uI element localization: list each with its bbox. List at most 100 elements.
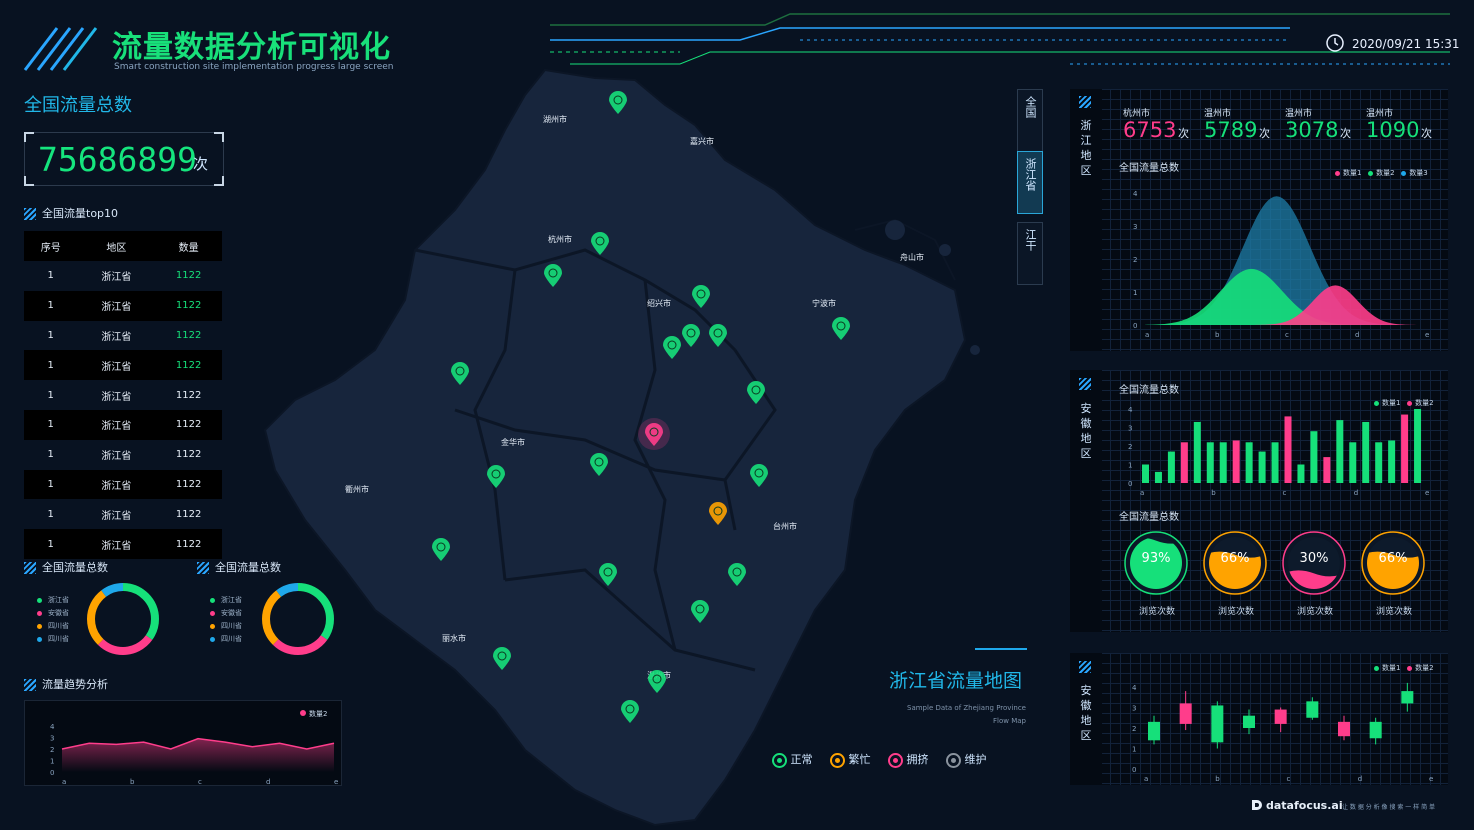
stat-value: 3078 [1285,118,1339,142]
candle [1179,691,1192,731]
gauge-value: 93% [1142,551,1171,566]
bar [1193,421,1201,483]
x-tick-label: d [1354,489,1358,495]
gauge-value: 66% [1221,551,1250,566]
candle [1369,717,1382,745]
bar [1167,451,1175,483]
y-tick-label: 0 [1128,480,1132,488]
map-pin-icon [663,336,681,359]
map-pin-icon [648,670,666,693]
footer-brand: datafocus.ai [1266,799,1343,812]
y-tick-label: 4 [1132,684,1137,692]
stat-value: 5789 [1204,118,1258,142]
map-pin-icon [692,285,710,308]
chart-legend: 数量1 数量2 数量3 [1335,168,1428,178]
candle-chart: 0 1 2 3 4 a b c d e [1132,682,1433,781]
chart-title: 全国流量总数 [1119,385,1179,396]
crowded-dot-icon [888,752,903,768]
x-tick-label: d [1358,775,1362,781]
y-tick-label: 0 [1132,766,1136,774]
tab-jianggan[interactable]: 江干 [1017,222,1043,285]
hatch-icon [1079,96,1091,108]
map-pin-icon [750,464,768,487]
side-label: 安徽地区 [1080,684,1092,742]
candle [1338,715,1350,741]
bar [1297,464,1305,483]
map-pin-icon [544,264,562,287]
map-legend: 正常 繁忙 拥挤 维护 [772,751,987,768]
side-label: 浙江地区 [1080,119,1092,177]
tab-zhejiang[interactable]: 浙江省 [1017,151,1043,214]
bar [1232,440,1240,483]
legend-normal[interactable]: 正常 [772,751,813,768]
area-chart: 0 1 2 3 4 a b c d e [1133,190,1429,337]
y-tick-label: 1 [1132,746,1136,754]
x-tick-label: a [1140,489,1144,495]
y-tick-label: 3 [1128,425,1132,433]
stat-unit: 次 [1259,127,1270,140]
candle [1401,682,1414,712]
bar [1401,414,1409,483]
map-pin-icon [609,91,627,114]
bar [1245,442,1253,483]
legend-busy[interactable]: 繁忙 [830,751,871,768]
y-tick-label: 0 [1133,322,1137,330]
x-tick-label: e [1425,489,1429,495]
bar [1219,442,1227,483]
y-tick-label: 2 [1133,256,1137,264]
stat-unit: 次 [1340,127,1351,140]
bar [1310,431,1318,483]
gauge-value: 66% [1379,551,1408,566]
map-pin-icon [709,502,727,525]
map-pin-icon [621,700,639,723]
tab-national[interactable]: 全国 [1017,89,1043,152]
legend-crowded[interactable]: 拥挤 [888,751,929,768]
map-pin-icon [599,563,617,586]
map-pin-icon [747,381,765,404]
normal-dot-icon [772,752,787,768]
stat-unit: 次 [1421,127,1432,140]
bar [1323,457,1331,483]
candle [1306,697,1319,720]
bar-chart: 0 1 2 3 4 a b c d e [1128,406,1429,495]
x-tick-label: a [1144,775,1148,781]
bar [1206,442,1214,483]
x-tick-label: c [1287,775,1291,781]
map-pin-icon [691,600,709,623]
y-tick-label: 3 [1132,705,1136,713]
x-tick-label: d [1355,331,1359,337]
x-tick-label: e [1425,331,1429,337]
gauge-caption: 浏览次数 [1138,607,1175,617]
hatch-icon [1079,378,1091,390]
busy-dot-icon [830,752,845,768]
x-tick-label: b [1215,775,1220,781]
maintenance-dot-icon [946,752,961,768]
y-tick-label: 4 [1128,406,1133,414]
y-tick-label: 1 [1128,462,1132,470]
gauge-caption: 浏览次数 [1375,607,1412,617]
x-tick-label: a [1145,331,1149,337]
bar [1349,442,1357,483]
map-subtitle: Sample Data of Zhejiang Province [907,704,1026,712]
x-tick-label: b [1215,331,1220,337]
candle [1243,709,1255,735]
bar [1142,464,1149,483]
bar [1414,409,1422,483]
y-tick-label: 3 [1133,223,1137,231]
legend-maintenance[interactable]: 维护 [946,751,987,768]
x-tick-label: e [1429,775,1433,781]
bar [1271,442,1279,483]
bar [1362,421,1370,483]
bar [1284,416,1292,483]
gauge-caption: 浏览次数 [1217,607,1254,617]
map-title: 浙江省流量地图 [889,670,1023,692]
y-tick-label: 2 [1132,725,1136,733]
bar [1388,440,1396,483]
map-pin-icon [432,538,450,561]
map-pin-icon [709,324,727,347]
x-tick-label: b [1211,489,1216,495]
bar [1258,451,1266,483]
x-tick-label: c [1285,331,1289,337]
map-pin-icon [590,453,608,476]
candle [1148,715,1160,745]
